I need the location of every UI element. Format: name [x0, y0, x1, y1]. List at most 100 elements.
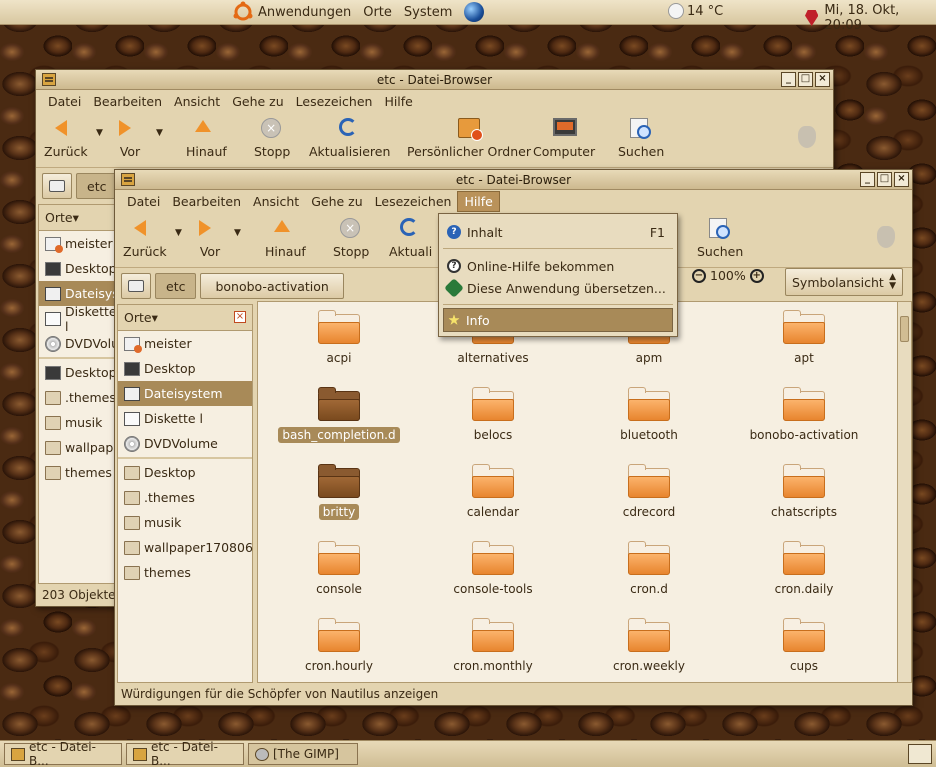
sidebar-item-musik[interactable]: musik [39, 410, 117, 435]
maximize-button[interactable]: □ [877, 172, 892, 187]
up-button[interactable]: Hinauf [186, 118, 227, 159]
location-root-button[interactable] [121, 273, 151, 299]
sidebar-item-diskette[interactable]: Diskette l [118, 406, 252, 431]
menu-item-uebersetzen[interactable]: Diese Anwendung übersetzen... [443, 276, 673, 300]
file-item[interactable]: console-tools [418, 541, 568, 597]
zoom-level[interactable]: 100% [710, 268, 746, 283]
file-item[interactable]: cron.monthly [418, 618, 568, 674]
sidebar-item-desktop[interactable]: Desktop [39, 256, 117, 281]
menu-places[interactable]: Orte [363, 5, 392, 20]
web-browser-icon[interactable] [464, 2, 485, 22]
sidebar-item-wallpaper[interactable]: wallpaper170806 [118, 535, 253, 560]
menu-bearbeiten[interactable]: Bearbeiten [166, 192, 247, 211]
file-item[interactable]: cron.weekly [574, 618, 724, 674]
file-item[interactable]: cron.hourly [264, 618, 414, 674]
menu-bearbeiten[interactable]: Bearbeiten [87, 92, 168, 111]
clock-applet[interactable]: Mi, 18. Okt, 20:09 [805, 3, 936, 33]
vertical-scrollbar[interactable] [897, 302, 911, 682]
file-item[interactable]: bash_completion.d [264, 387, 414, 443]
maximize-button[interactable]: □ [798, 72, 813, 87]
file-item[interactable]: bluetooth [574, 387, 724, 443]
menu-item-inhalt[interactable]: ? Inhalt F1 [443, 220, 673, 244]
sidebar-item-themes[interactable]: themes [118, 560, 252, 585]
sidebar-header[interactable]: Orte ▾ × [118, 305, 252, 331]
reload-button[interactable]: Aktualisieren [309, 118, 390, 159]
window-menu-icon[interactable] [42, 73, 56, 86]
forward-history-dropdown[interactable]: ▼ [156, 128, 163, 138]
sidebar-item-dateisystem[interactable]: Dateisystem [39, 281, 144, 306]
stop-button[interactable]: × Stopp [333, 218, 369, 259]
taskbar-item[interactable]: etc - Datei-B... [126, 740, 244, 767]
sidebar-item-dateisystem[interactable]: Dateisystem [118, 381, 252, 406]
menu-system[interactable]: System [404, 5, 452, 20]
computer-button[interactable]: Computer [533, 118, 595, 159]
file-item[interactable]: britty [264, 464, 414, 520]
home-button[interactable]: Persönlicher Ordner [407, 118, 531, 159]
scrollbar-thumb[interactable] [900, 316, 909, 342]
file-item[interactable]: chatscripts [729, 464, 879, 520]
menu-ansicht[interactable]: Ansicht [247, 192, 305, 211]
titlebar[interactable]: etc - Datei-Browser _ □ × [115, 170, 912, 190]
menu-gehe-zu[interactable]: Gehe zu [226, 92, 289, 111]
file-item[interactable]: belocs [418, 387, 568, 443]
up-button[interactable]: Hinauf [265, 218, 306, 259]
forward-button[interactable]: Vor [119, 118, 141, 159]
sidebar-item-meister[interactable]: meister [39, 231, 117, 256]
sidebar-item-dvdvolume[interactable]: DVDVolume [39, 331, 139, 356]
location-root-button[interactable] [42, 173, 72, 199]
minimize-button[interactable]: _ [860, 172, 875, 187]
sidebar-item-themes[interactable]: themes [39, 460, 117, 485]
sidebar-item-themes-hidden[interactable]: .themes [39, 385, 117, 410]
sidebar-item-wallpaper[interactable]: wallpaper [39, 435, 126, 460]
menu-lesezeichen[interactable]: Lesezeichen [290, 92, 379, 111]
window-menu-icon[interactable] [121, 173, 135, 186]
sidebar-item-desktop[interactable]: Desktop [118, 356, 252, 381]
file-item[interactable]: calendar [418, 464, 568, 520]
search-button[interactable]: Suchen [697, 218, 743, 259]
sidebar-item-bookmark-desktop[interactable]: Desktop [118, 460, 252, 485]
ubuntu-logo-icon[interactable] [232, 1, 254, 23]
menu-item-online-hilfe[interactable]: ? Online-Hilfe bekommen [443, 254, 673, 278]
close-button[interactable]: × [815, 72, 830, 87]
file-item[interactable]: console [264, 541, 414, 597]
menu-ansicht[interactable]: Ansicht [168, 92, 226, 111]
sidebar-item-dvdvolume[interactable]: DVDVolume [118, 431, 252, 456]
forward-history-dropdown[interactable]: ▼ [234, 228, 241, 238]
file-item[interactable]: cdrecord [574, 464, 724, 520]
sidebar-item-bookmark-desktop[interactable]: Desktop [39, 360, 117, 385]
file-item[interactable]: cron.daily [729, 541, 879, 597]
zoom-in-icon[interactable]: + [749, 268, 764, 283]
file-item[interactable]: cups [729, 618, 879, 674]
back-history-dropdown[interactable]: ▼ [175, 228, 182, 238]
taskbar-item-gimp[interactable]: [The GIMP] [248, 743, 358, 765]
reload-button[interactable]: Aktuali [389, 218, 432, 259]
menu-lesezeichen[interactable]: Lesezeichen [369, 192, 458, 211]
taskbar-item[interactable]: etc - Datei-B... [4, 740, 122, 767]
weather-applet[interactable]: 14 °C [668, 3, 723, 19]
back-button[interactable]: Zurück [123, 218, 167, 259]
minimize-button[interactable]: _ [781, 72, 796, 87]
location-etc-button[interactable]: etc [155, 273, 197, 299]
search-button[interactable]: Suchen [618, 118, 664, 159]
show-desktop-icon[interactable] [908, 744, 932, 764]
back-button[interactable]: Zurück [44, 118, 88, 159]
back-history-dropdown[interactable]: ▼ [96, 128, 103, 138]
menu-applications[interactable]: Anwendungen [258, 5, 351, 20]
view-mode-select[interactable]: Symbolansicht ▲ ▼ [785, 268, 903, 296]
titlebar[interactable]: etc - Datei-Browser _ □ × [36, 70, 833, 90]
close-sidebar-icon[interactable]: × [234, 311, 246, 323]
file-item[interactable]: apt [729, 310, 879, 366]
forward-button[interactable]: Vor [199, 218, 221, 259]
location-bonobo-activation-button[interactable]: bonobo-activation [200, 273, 344, 299]
menu-datei[interactable]: Datei [42, 92, 87, 111]
sidebar-item-themes-hidden[interactable]: .themes [118, 485, 252, 510]
file-item[interactable]: bonobo-activation [729, 387, 879, 443]
stop-button[interactable]: × Stopp [254, 118, 290, 159]
zoom-out-icon[interactable]: − [692, 268, 706, 283]
close-button[interactable]: × [894, 172, 909, 187]
file-item[interactable]: cron.d [574, 541, 724, 597]
menu-gehe-zu[interactable]: Gehe zu [305, 192, 368, 211]
menu-datei[interactable]: Datei [121, 192, 166, 211]
sidebar-header[interactable]: Orte ▾ [39, 205, 117, 231]
menu-hilfe[interactable]: Hilfe [457, 190, 500, 212]
